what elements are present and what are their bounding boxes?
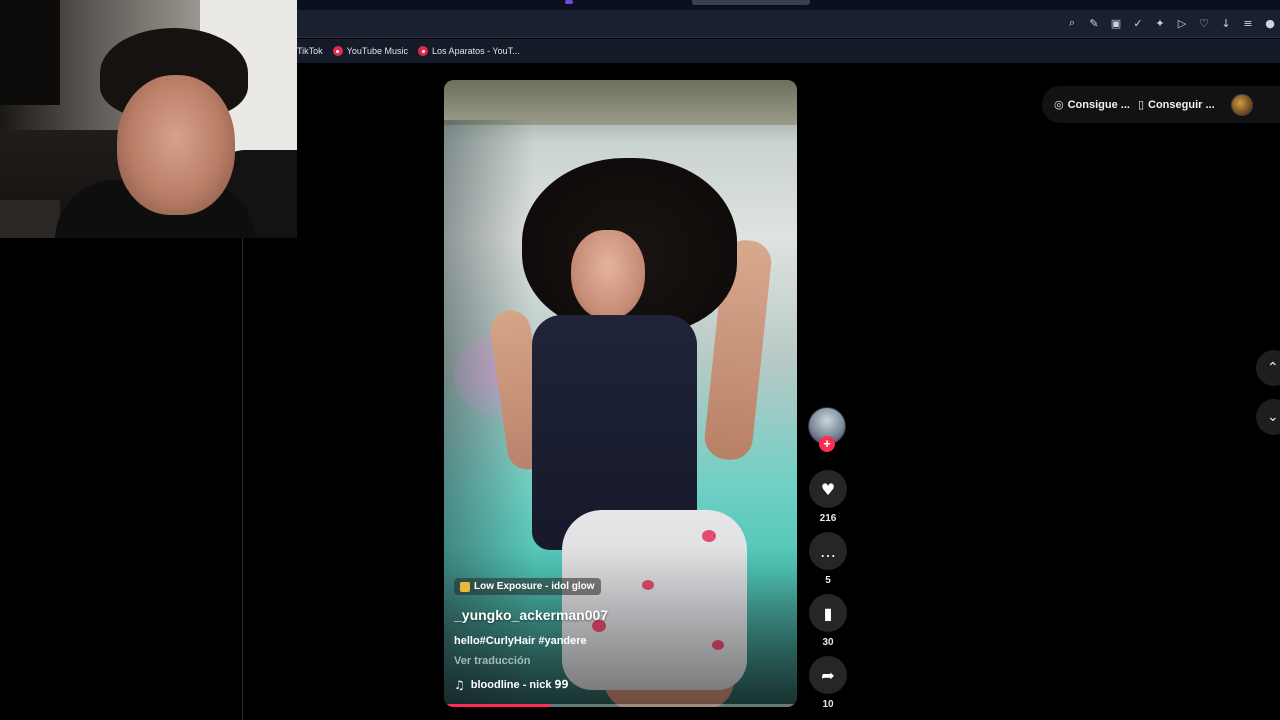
author-username[interactable]: _yungko_ackerman007 — [454, 607, 784, 623]
share-icon: ➦ — [821, 665, 835, 685]
screen: ⌕ ✎ ▣ ✓ ✦ ▷ ♡ ↓ ≡ ● TikTok YouTube Music… — [0, 0, 1280, 720]
zoom-icon[interactable]: ⌕ — [1064, 15, 1080, 31]
bookmark-label: YouTube Music — [346, 46, 409, 56]
progress-bar[interactable] — [444, 704, 797, 707]
effect-icon — [460, 581, 470, 592]
comment-count: 5 — [825, 575, 831, 586]
youtube-music-icon — [418, 46, 429, 56]
bookmark-label: TikTok — [297, 46, 323, 56]
heart-icon: ♥ — [820, 479, 836, 499]
heart-pattern — [702, 530, 716, 542]
get-coins-label: Consigue ... — [1067, 98, 1130, 111]
youtube-music-icon — [332, 46, 343, 56]
sound-title: bloodline - nick 𝟫𝟫 — [470, 679, 569, 691]
camera-icon[interactable]: ▣ — [1108, 15, 1124, 31]
save-button[interactable]: ▮ — [809, 594, 847, 632]
bookmark-tiktok[interactable]: TikTok — [297, 46, 323, 56]
bookmark-label: Los Aparatos - YouT... — [432, 46, 520, 56]
like-action: ♥ 216 — [808, 470, 848, 524]
header-actions: ◎ Consigue ... ▯ Conseguir ... — [1042, 86, 1280, 123]
follow-button[interactable]: + — [819, 436, 835, 452]
tab-indicator[interactable] — [565, 0, 573, 4]
coin-icon: ◎ — [1054, 98, 1064, 111]
video-person-face — [571, 230, 645, 320]
get-coins-button[interactable]: ◎ Consigue ... — [1054, 98, 1130, 111]
comment-action: … 5 — [808, 532, 848, 586]
tab-strip — [297, 0, 1280, 10]
toolbar-icons: ⌕ ✎ ▣ ✓ ✦ ▷ ♡ ↓ ≡ ● — [1064, 15, 1278, 31]
effect-label: Low Exposure - idol glow — [474, 581, 595, 592]
like-button[interactable]: ♥ — [809, 470, 847, 508]
bookmark-icon: ▮ — [823, 603, 833, 623]
browser-toolbar: ⌕ ✎ ▣ ✓ ✦ ▷ ♡ ↓ ≡ ● — [297, 10, 1280, 38]
profile-avatar[interactable] — [1230, 93, 1253, 116]
action-rail: + ♥ 216 … 5 ▮ 30 ➦ 10 — [808, 407, 848, 710]
sound-link[interactable]: ♫ bloodline - nick 𝟫𝟫 — [454, 678, 784, 692]
save-count: 30 — [822, 637, 834, 648]
webcam-shelf — [0, 200, 60, 238]
progress-fill — [444, 704, 550, 707]
edit-icon[interactable]: ✎ — [1086, 15, 1102, 31]
comment-button[interactable]: … — [809, 532, 847, 570]
music-note-icon: ♫ — [454, 677, 465, 692]
like-count: 216 — [819, 513, 837, 524]
get-app-button[interactable]: ▯ Conseguir ... — [1138, 98, 1215, 111]
webcam-wall-frame — [0, 0, 60, 105]
comment-icon: … — [820, 541, 836, 561]
chevron-down-icon: ⌄ — [1267, 409, 1279, 425]
menu-icon[interactable]: ≡ — [1240, 15, 1256, 31]
save-action: ▮ 30 — [808, 594, 848, 648]
share-count: 10 — [822, 699, 834, 710]
webcam-overlay — [0, 0, 297, 238]
download-icon[interactable]: ↓ — [1218, 15, 1234, 31]
video-info: Low Exposure - idol glow _yungko_ackerma… — [454, 578, 784, 692]
profile-icon[interactable]: ● — [1262, 15, 1278, 31]
bookmark-los-aparatos[interactable]: Los Aparatos - YouT... — [418, 46, 520, 56]
play-icon[interactable]: ▷ — [1174, 15, 1190, 31]
shield-check-icon[interactable]: ✓ — [1130, 15, 1146, 31]
video-player[interactable]: Low Exposure - idol glow _yungko_ackerma… — [444, 80, 797, 707]
bookmarks-bar: TikTok YouTube Music Los Aparatos - YouT… — [297, 39, 1280, 63]
translate-link[interactable]: Ver traducción — [454, 655, 784, 667]
active-tab[interactable] — [692, 0, 810, 5]
share-button[interactable]: ➦ — [809, 656, 847, 694]
video-ceiling — [444, 80, 797, 125]
heart-icon[interactable]: ♡ — [1196, 15, 1212, 31]
chevron-up-icon: ⌃ — [1267, 360, 1279, 376]
bookmark-youtube-music[interactable]: YouTube Music — [332, 46, 409, 56]
previous-video-button[interactable]: ⌃ — [1256, 350, 1280, 386]
share-action: ➦ 10 — [808, 656, 848, 710]
next-video-button[interactable]: ⌄ — [1256, 399, 1280, 435]
webcam-person-face — [117, 75, 235, 215]
divider — [242, 238, 243, 720]
author-avatar-wrap: + — [808, 407, 846, 453]
get-app-label: Conseguir ... — [1148, 98, 1215, 111]
effect-chip[interactable]: Low Exposure - idol glow — [454, 578, 601, 595]
extension-icon[interactable]: ✦ — [1152, 15, 1168, 31]
phone-icon: ▯ — [1137, 98, 1145, 111]
video-caption[interactable]: hello#CurlyHair #yandere — [454, 635, 784, 647]
